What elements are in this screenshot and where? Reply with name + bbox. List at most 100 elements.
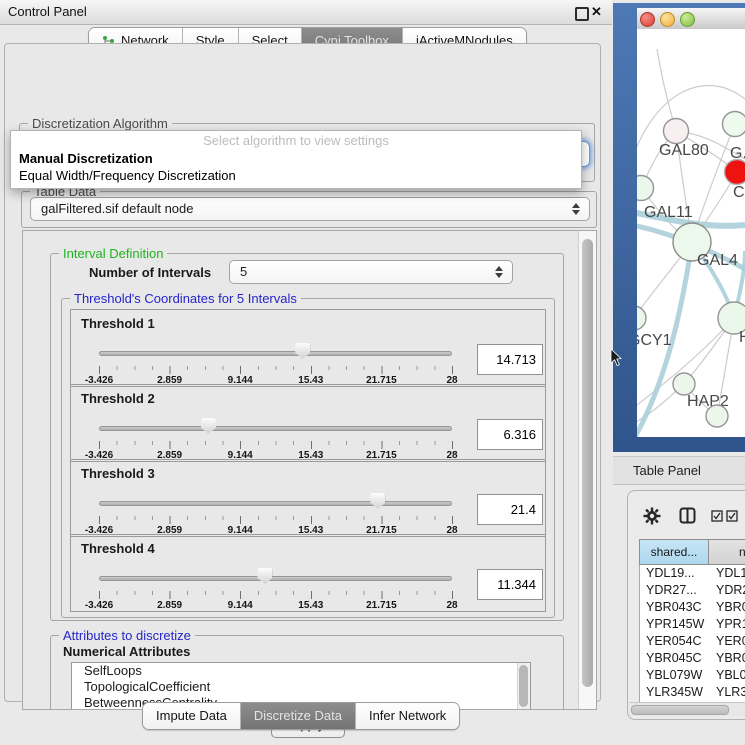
threshold-3-slider[interactable]: -3.4262.8599.14415.4321.71528 (99, 488, 452, 534)
vertical-scrollbar[interactable] (578, 231, 596, 709)
threshold-2-slider[interactable]: -3.4262.8599.14415.4321.71528 (99, 413, 452, 459)
list-scrollbar-thumb[interactable] (519, 665, 528, 707)
slider-track (99, 576, 452, 581)
table-cell[interactable]: YLR3 (710, 684, 745, 701)
table-data-combobox[interactable]: galFiltered.sif default node (30, 197, 590, 221)
column-header-name[interactable]: n... (709, 539, 745, 565)
table-cell[interactable]: YPR145W (640, 616, 710, 633)
table-cell[interactable]: YLR345W (640, 684, 710, 701)
table-row[interactable]: YBR043CYBR0 (640, 599, 745, 616)
threshold-1-slider[interactable]: -3.4262.8599.14415.4321.71528 (99, 338, 452, 384)
table-cell[interactable]: YBR043C (640, 599, 710, 616)
tick-label: 15.43 (298, 600, 323, 611)
threshold-3-label: Threshold 3 (81, 466, 155, 481)
tab-impute-data[interactable]: Impute Data (143, 703, 240, 729)
network-node-label: H (739, 329, 745, 346)
number-of-intervals-spinner[interactable]: 5 (229, 260, 513, 284)
table-body[interactable]: YDL19...YDL1YDR27...YDR2YBR043CYBR0YPR14… (639, 565, 745, 702)
table-row[interactable]: YBR045CYBR0 (640, 650, 745, 667)
network-node[interactable] (664, 119, 689, 144)
dropdown-prompt: Select algorithm to view settings (11, 131, 581, 150)
discretization-algorithm-label: Discretization Algorithm (28, 116, 172, 131)
slider-ticks (99, 441, 453, 449)
zoom-traffic-light[interactable] (680, 12, 695, 27)
network-node[interactable] (673, 373, 695, 395)
attribute-item[interactable]: TopologicalCoefficient (72, 679, 530, 695)
table-row[interactable]: YER054CYER0 (640, 633, 745, 650)
network-window-titlebar (637, 8, 745, 30)
table-cell[interactable]: YDL1 (710, 565, 745, 582)
thresholds-group: Threshold's Coordinates for 5 Intervals … (61, 298, 555, 618)
threshold-3-panel: Threshold 3 -3.4262.8599.14415.4321.7152… (70, 459, 546, 537)
settings-scrollpane: Interval Definition Number of Intervals … (22, 230, 597, 710)
tick-label: 28 (446, 600, 457, 611)
table-cell[interactable]: YBR045C (640, 650, 710, 667)
table-row[interactable]: YBL079WYBL0 (640, 667, 745, 684)
checkbox-columns-icon[interactable] (711, 510, 739, 522)
close-icon[interactable]: ✕ (591, 3, 602, 21)
threshold-2-value-field[interactable] (477, 419, 543, 450)
horizontal-scrollbar-thumb[interactable] (631, 705, 729, 715)
slider-thumb[interactable] (201, 418, 216, 434)
column-header-shared-name[interactable]: shared... (639, 539, 709, 565)
table-cell[interactable]: YDR2 (710, 582, 745, 599)
dropdown-option-equal-width-frequency[interactable]: Equal Width/Frequency Discretization (11, 167, 581, 184)
table-cell[interactable]: YPR1 (710, 616, 745, 633)
list-scrollbar[interactable] (517, 663, 530, 710)
cyni-toolbox-panel: Discretization Algorithm Select algorith… (4, 43, 601, 702)
slider-thumb[interactable] (257, 568, 272, 584)
float-window-icon[interactable] (575, 7, 589, 21)
tab-infer-network[interactable]: Infer Network (355, 703, 459, 729)
minimize-traffic-light[interactable] (660, 12, 675, 27)
table-cell[interactable]: YBR0 (710, 599, 745, 616)
close-traffic-light[interactable] (640, 12, 655, 27)
table-row[interactable]: YDL19...YDL1 (640, 565, 745, 582)
threshold-4-label: Threshold 4 (81, 541, 155, 556)
threshold-4-value-field[interactable] (477, 569, 543, 600)
threshold-3-value-field[interactable] (477, 494, 543, 525)
threshold-4-slider[interactable]: -3.4262.8599.14415.4321.71528 (99, 563, 452, 609)
network-nodes[interactable]: GAL80G.CGAL11GAL4GCY1HHAP2 (637, 112, 745, 428)
screen: Control Panel ✕ Network Style Select Cyn… (0, 0, 745, 745)
network-node[interactable] (723, 112, 745, 137)
table-cell[interactable]: YDL19... (640, 565, 710, 582)
stepper-arrows-icon (495, 266, 503, 278)
table-cell[interactable]: YER0 (710, 633, 745, 650)
table-row[interactable]: YLR345WYLR3 (640, 684, 745, 701)
threshold-1-value-field[interactable] (477, 344, 543, 375)
slider-thumb[interactable] (295, 343, 310, 359)
table-row[interactable]: YDR27...YDR2 (640, 582, 745, 599)
interval-definition-label: Interval Definition (59, 246, 167, 261)
tick-label: 21.715 (366, 600, 397, 611)
threshold-2-label: Threshold 2 (81, 391, 155, 406)
network-node[interactable] (637, 176, 654, 201)
table-cell[interactable]: YER054C (640, 633, 710, 650)
network-canvas[interactable]: GAL80G.CGAL11GAL4GCY1HHAP2 (637, 29, 745, 437)
gear-icon[interactable] (643, 507, 661, 525)
attribute-item[interactable]: SelfLoops (72, 663, 530, 679)
slider-thumb[interactable] (370, 493, 385, 509)
table-cell[interactable]: YBR0 (710, 650, 745, 667)
network-node-label: GAL80 (659, 142, 709, 159)
vertical-scrollbar-thumb[interactable] (582, 239, 593, 687)
tick-label: 9.144 (228, 600, 253, 611)
thresholds-group-label: Threshold's Coordinates for 5 Intervals (70, 291, 301, 306)
tab-discretize-data[interactable]: Discretize Data (240, 703, 355, 729)
network-node[interactable] (637, 306, 646, 330)
stepper-arrows-icon (572, 203, 580, 215)
split-panel-icon[interactable] (679, 507, 696, 524)
slider-ticks (99, 366, 453, 374)
threshold-1-label: Threshold 1 (81, 316, 155, 331)
table-panel-title: Table Panel (633, 457, 701, 484)
dropdown-option-manual-discretization[interactable]: Manual Discretization (11, 150, 581, 167)
table-cell[interactable]: YBL079W (640, 667, 710, 684)
mouse-cursor (610, 349, 622, 367)
table-toolbar (628, 499, 745, 533)
network-view-window[interactable]: GAL80G.CGAL11GAL4GCY1HHAP2 (613, 3, 745, 452)
table-row[interactable]: YPR145WYPR1 (640, 616, 745, 633)
table-cell[interactable]: YBL0 (710, 667, 745, 684)
horizontal-scrollbar[interactable] (629, 702, 745, 716)
table-cell[interactable]: YDR27... (640, 582, 710, 599)
network-node[interactable] (706, 405, 728, 427)
network-node[interactable] (725, 160, 745, 185)
